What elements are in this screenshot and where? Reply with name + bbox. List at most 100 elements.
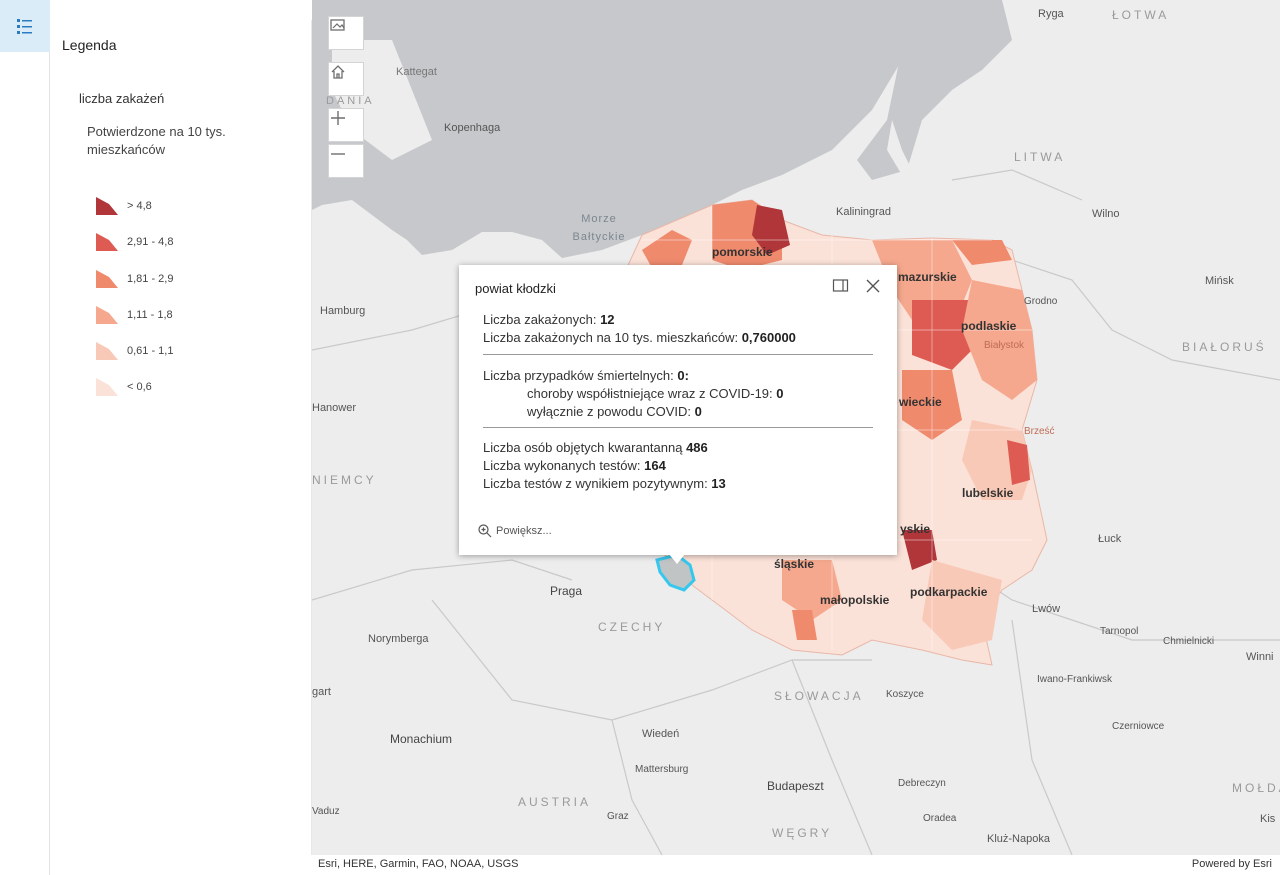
- map-app: Legenda liczba zakażeń Potwierdzone na 1…: [0, 0, 1280, 875]
- minus-icon: [331, 153, 345, 155]
- label-budapeszt: Budapeszt: [767, 779, 824, 793]
- label-moldawia: MOŁDA: [1232, 781, 1280, 795]
- label-slaskie: śląskie: [774, 557, 815, 571]
- popup-line-covid-only: wyłącznie z powodu COVID: 0: [527, 404, 702, 419]
- label-austria: AUSTRIA: [518, 795, 592, 809]
- label-hanower: Hanower: [312, 402, 357, 414]
- home-button[interactable]: [328, 62, 364, 96]
- label-kis: Kis: [1260, 813, 1276, 825]
- label-graz: Graz: [607, 811, 629, 822]
- home-icon: [331, 65, 345, 79]
- label-koszyce: Koszyce: [886, 689, 924, 700]
- label-wieden: Wiedeń: [642, 728, 680, 740]
- label-norymberga: Norymberga: [368, 633, 429, 645]
- label-lwow: Lwów: [1032, 603, 1061, 615]
- legend-panel: Legenda liczba zakażeń Potwierdzone na 1…: [50, 20, 312, 855]
- label-czechy: CZECHY: [598, 620, 666, 634]
- label-kopenhaga: Kopenhaga: [444, 122, 501, 134]
- label-wegry: WĘGRY: [772, 826, 833, 840]
- label-lotwa: ŁOTWA: [1112, 8, 1170, 22]
- legend-class-label: 1,81 - 2,9: [127, 273, 174, 285]
- legend-class-label: < 0,6: [127, 381, 152, 393]
- label-chmielnicki: Chmielnicki: [1163, 636, 1215, 647]
- close-button[interactable]: [864, 277, 882, 295]
- label-winnica: Winni: [1246, 651, 1274, 663]
- basemap-icon: [330, 19, 345, 31]
- label-czerniowce: Czerniowce: [1112, 721, 1165, 732]
- feature-popup: powiat kłodzki Liczba zakażonych: 12 Lic…: [459, 265, 897, 564]
- label-lubelskie: lubelskie: [962, 486, 1014, 500]
- zoom-out-button[interactable]: [328, 144, 364, 178]
- label-mattersburg: Mattersburg: [635, 764, 689, 775]
- label-minsk: Mińsk: [1205, 275, 1234, 287]
- label-bialorus: BIAŁORUŚ: [1182, 340, 1267, 354]
- popup-divider: [483, 427, 873, 428]
- basemap-gallery-button[interactable]: [328, 16, 364, 50]
- legend-class-item: 1,11 - 1,8: [95, 304, 173, 326]
- legend-layer-title: liczba zakażeń: [79, 91, 165, 106]
- zoom-in-icon: [478, 524, 492, 538]
- label-debreczyn: Debreczyn: [898, 778, 946, 789]
- zoom-to-link[interactable]: Powiększ...: [477, 523, 552, 539]
- dock-icon: [832, 279, 849, 292]
- label-mazurskie: mazurskie: [898, 270, 957, 284]
- label-vaduz: Vaduz: [312, 806, 340, 817]
- label-oradea: Oradea: [923, 813, 957, 824]
- side-toolbar: [0, 0, 50, 875]
- label-niemcy: NIEMCY: [312, 473, 377, 487]
- zoom-in-button[interactable]: [328, 108, 364, 142]
- legend-class-label: 0,61 - 1,1: [127, 345, 174, 357]
- legend-class-item: 1,81 - 2,9: [95, 268, 173, 290]
- label-podlaskie: podlaskie: [961, 319, 1017, 333]
- legend-swatch: [96, 233, 118, 251]
- label-kaliningrad: Kaliningrad: [836, 206, 892, 218]
- legend-class-label: 2,91 - 4,8: [127, 236, 174, 248]
- popup-divider: [483, 354, 873, 355]
- label-pomorskie: pomorskie: [712, 245, 773, 259]
- legend-title: Legenda: [62, 37, 117, 53]
- label-iwano-frankiwsk: Iwano-Frankiwsk: [1037, 674, 1113, 685]
- close-icon: [866, 279, 880, 293]
- legend-class-label: > 4,8: [127, 200, 152, 212]
- label-hamburg: Hamburg: [320, 305, 366, 317]
- legend-class-item: > 4,8: [95, 195, 152, 217]
- dock-button[interactable]: [832, 278, 850, 294]
- attribution-bar: Esri, HERE, Garmin, FAO, NOAA, USGS Powe…: [312, 855, 1280, 875]
- label-wilno: Wilno: [1092, 208, 1120, 220]
- plus-icon: [331, 111, 345, 125]
- popup-line-quarantine: Liczba osób objętych kwarantanną 486: [483, 440, 708, 455]
- label-grodno: Grodno: [1024, 296, 1058, 307]
- label-morze-baltyckie: Morze Bałtyckie: [572, 213, 626, 243]
- legend-class-item: < 0,6: [95, 376, 152, 398]
- label-wieckie: wieckie: [899, 395, 942, 409]
- legend-swatch: [96, 197, 118, 215]
- zoom-to-label: Powiększ...: [496, 525, 552, 537]
- legend-field-title: Potwierdzone na 10 tys. mieszkańców: [87, 124, 226, 157]
- label-litwa: LITWA: [1014, 150, 1066, 164]
- legend-class-item: 0,61 - 1,1: [95, 340, 173, 362]
- label-brzesc: Brześć: [1024, 426, 1055, 437]
- label-luck: Łuck: [1098, 533, 1122, 545]
- popup-line-positive-tests: Liczba testów z wynikiem pozytywnym: 13: [483, 476, 726, 491]
- legend-class-item: 2,91 - 4,8: [95, 231, 173, 253]
- label-malopolskie: małopolskie: [820, 593, 890, 607]
- label-kattegat: Kattegat: [396, 66, 437, 78]
- popup-line-infected-per-10k: Liczba zakażonych na 10 tys. mieszkańców…: [483, 330, 796, 345]
- label-dania: DANIA: [326, 95, 375, 107]
- popup-title: powiat kłodzki: [475, 281, 556, 296]
- popup-line-infected: Liczba zakażonych: 12: [483, 312, 615, 327]
- popup-line-comorbid: choroby współistniejące wraz z COVID-19:…: [527, 386, 784, 401]
- label-ryga: Ryga: [1038, 8, 1064, 20]
- label-bialystok: Białystok: [984, 340, 1025, 351]
- label-slowacja: SŁOWACJA: [774, 689, 864, 703]
- popup-line-deaths: Liczba przypadków śmiertelnych: 0:: [483, 368, 689, 383]
- legend-toggle-button[interactable]: [0, 0, 50, 52]
- legend-class-label: 1,11 - 1,8: [127, 309, 173, 321]
- legend-swatch: [96, 306, 118, 324]
- powered-by-link[interactable]: Powered by Esri: [1192, 858, 1272, 870]
- label-praga: Praga: [550, 584, 583, 598]
- label-kluz-napoka: Kluż-Napoka: [987, 833, 1050, 845]
- popup-pointer: [669, 554, 685, 564]
- legend-list-icon: [17, 19, 32, 34]
- label-tarnopol: Tarnopol: [1100, 626, 1139, 637]
